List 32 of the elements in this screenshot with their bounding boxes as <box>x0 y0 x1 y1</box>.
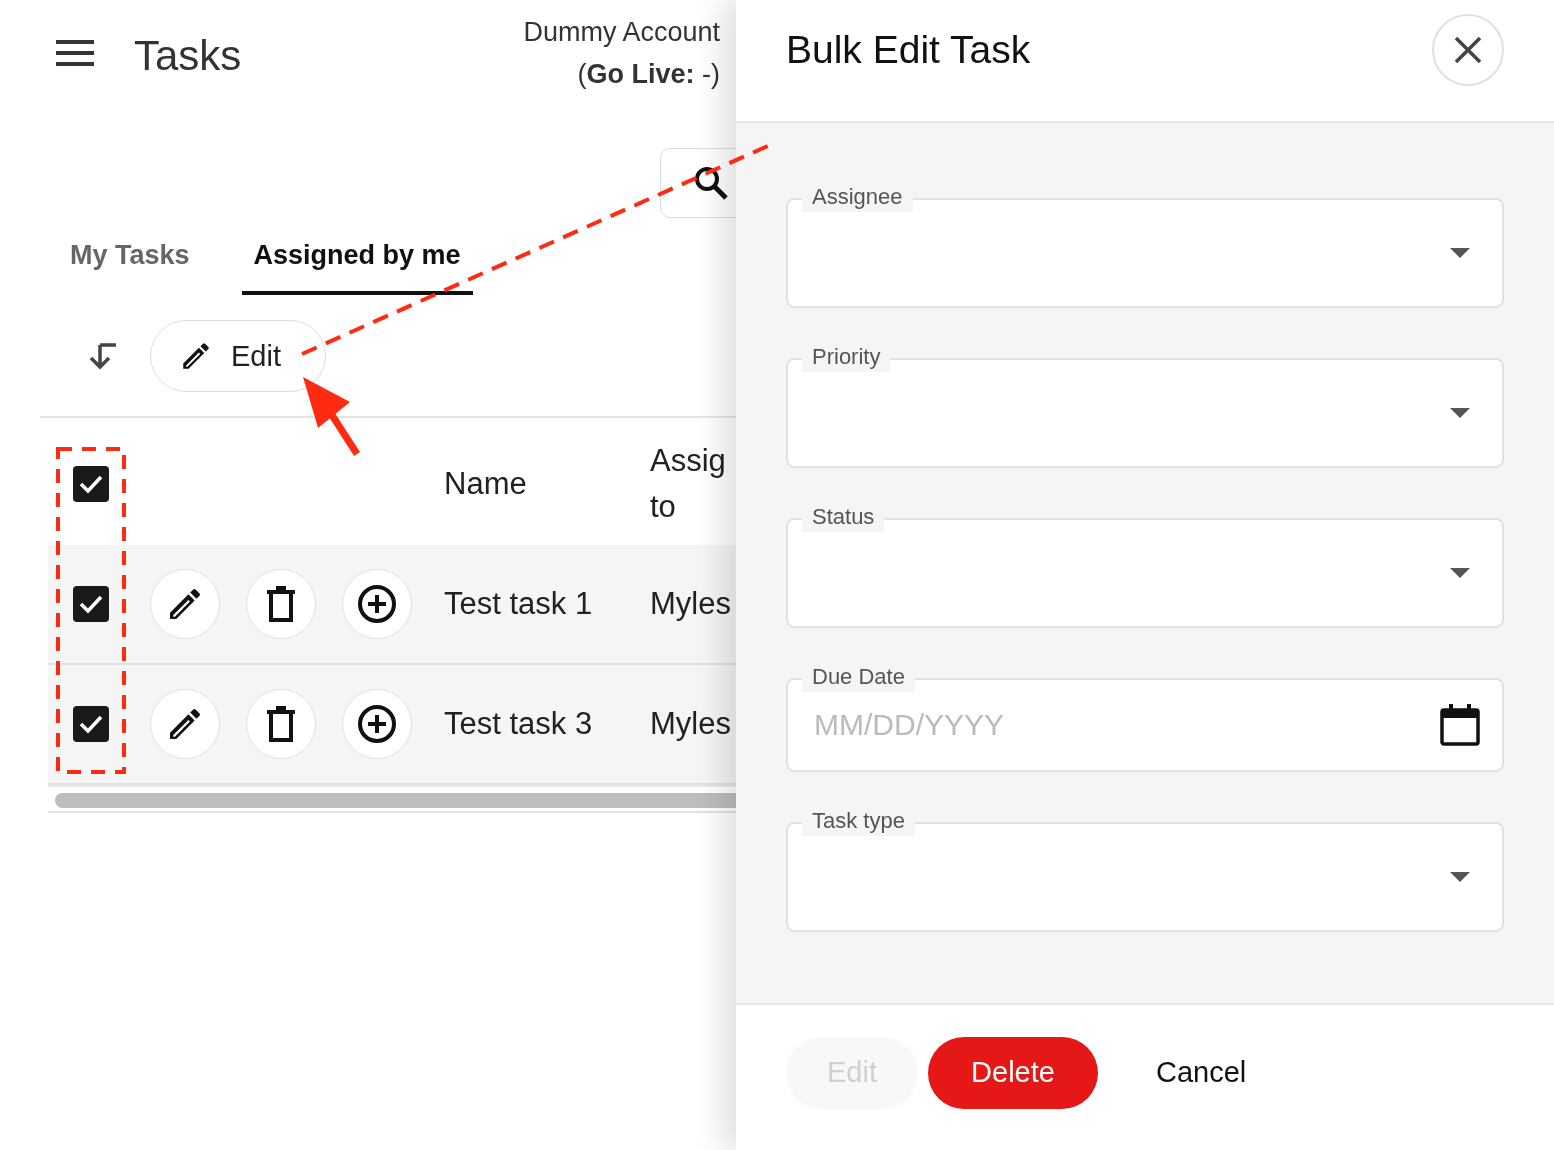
drawer-title: Bulk Edit Task <box>786 28 1031 72</box>
tab[interactable]: My Tasks <box>58 228 202 295</box>
table-cell-text: Test task 3 <box>444 706 594 742</box>
trash-icon <box>266 585 296 623</box>
checkbox[interactable] <box>73 586 109 622</box>
column-header: Assig to <box>650 441 727 526</box>
caret-icon <box>1450 408 1470 418</box>
trash-icon <box>266 705 296 743</box>
search-icon <box>693 165 729 201</box>
account-name: Dummy Account <box>523 16 720 49</box>
caret-icon <box>1450 248 1470 258</box>
close-icon <box>1453 35 1483 65</box>
menu-icon <box>56 40 94 66</box>
caret-icon <box>1450 872 1470 882</box>
checkbox[interactable] <box>73 465 109 502</box>
table-cell-text: Myles <box>650 705 732 743</box>
plus-circle-icon <box>357 584 397 624</box>
delete-button[interactable]: Delete <box>928 1036 1098 1109</box>
cancel-button[interactable]: Cancel <box>1116 1036 1287 1109</box>
table-cell-text: Test task 1 <box>444 586 594 622</box>
page-title: Tasks <box>134 32 242 80</box>
calendar-icon <box>1440 704 1480 746</box>
scrollbar[interactable] <box>55 793 736 808</box>
checkbox[interactable] <box>73 706 109 742</box>
table-cell-text: Myles <box>650 585 732 623</box>
caret-icon <box>1450 568 1470 578</box>
tab[interactable]: Assigned by me <box>241 228 473 295</box>
plus-circle-icon <box>357 704 397 744</box>
column-header: Name <box>444 465 528 502</box>
go-live-text: (Go Live: -) <box>576 58 720 91</box>
edit-button[interactable]: Edit <box>150 320 326 392</box>
date-input[interactable]: MM/DD/YYYY <box>814 708 1440 742</box>
